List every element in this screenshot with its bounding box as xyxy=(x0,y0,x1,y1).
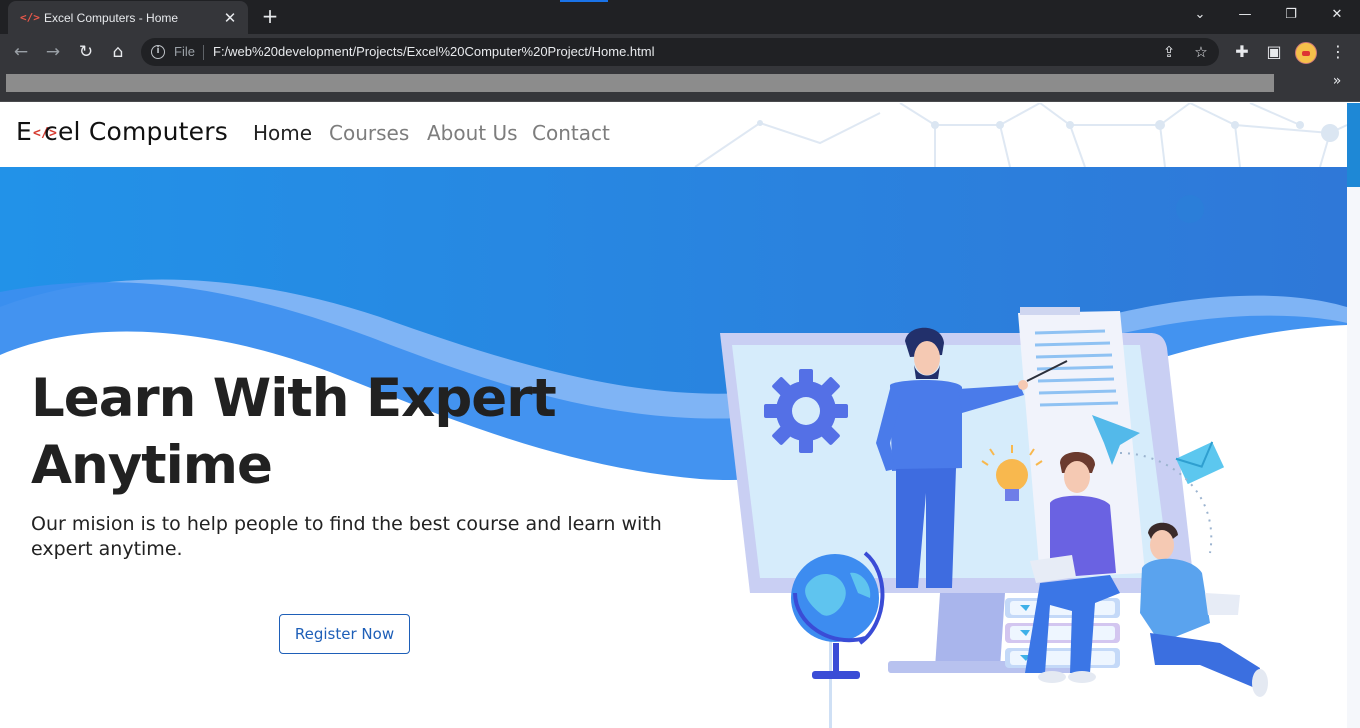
url-scheme-label: File xyxy=(174,44,195,59)
nav-link-courses[interactable]: Courses xyxy=(329,121,409,145)
page-scrollbar[interactable] xyxy=(1347,103,1360,728)
nav-link-contact[interactable]: Contact xyxy=(532,121,610,145)
window-close-icon[interactable]: ✕ xyxy=(1325,5,1349,25)
brand-logo[interactable]: E</>cel Computers xyxy=(16,117,228,146)
minimize-icon[interactable]: — xyxy=(1233,5,1257,25)
forward-icon[interactable]: → xyxy=(41,40,65,64)
bookmarks-overflow-icon[interactable]: » xyxy=(1328,73,1346,89)
hero-subtitle: Our mision is to help people to find the… xyxy=(31,513,662,560)
hero-title: Learn With Expert Anytime xyxy=(31,368,557,496)
tab-title: Excel Computers - Home xyxy=(44,10,179,25)
address-bar[interactable]: i File F:/web%20development/Projects/Exc… xyxy=(141,38,1219,66)
bookmarks-placeholder xyxy=(6,74,1274,92)
browser-tab[interactable]: </> Excel Computers - Home ✕ xyxy=(8,1,248,34)
info-icon[interactable]: i xyxy=(151,45,165,59)
bookmarks-bar: » xyxy=(0,70,1360,102)
home-icon[interactable]: ⌂ xyxy=(106,40,130,64)
gear-icon xyxy=(764,369,848,453)
books-illustration xyxy=(1005,598,1120,668)
nav-link-home[interactable]: Home xyxy=(253,121,312,145)
reload-icon[interactable]: ↻ xyxy=(74,40,98,64)
new-tab-button[interactable]: + xyxy=(259,5,281,27)
profile-avatar[interactable] xyxy=(1295,42,1317,64)
restore-icon[interactable]: ❐ xyxy=(1279,5,1303,25)
tab-close-icon[interactable]: ✕ xyxy=(222,10,238,26)
code-brackets-icon: </> xyxy=(33,126,58,141)
browser-toolbar: ← → ↻ ⌂ i File F:/web%20development/Proj… xyxy=(0,34,1360,70)
omnibox-divider xyxy=(203,45,204,60)
scrollbar-thumb[interactable] xyxy=(1347,103,1360,187)
nav-link-about-us[interactable]: About Us xyxy=(427,121,518,145)
star-icon[interactable]: ☆ xyxy=(1191,42,1211,62)
brand-suffix: cel Computers xyxy=(44,117,228,146)
globe-icon xyxy=(791,551,885,679)
share-icon[interactable]: ⇪ xyxy=(1159,42,1179,62)
code-favicon-icon: </> xyxy=(20,11,40,24)
extensions-icon[interactable]: ✚ xyxy=(1230,40,1254,64)
hero-illustration xyxy=(720,307,1268,728)
menu-icon[interactable]: ⋮ xyxy=(1326,40,1350,64)
student-reading-figure xyxy=(1140,522,1268,697)
site-navbar: E</>cel Computers Home Courses About Us … xyxy=(0,103,1347,167)
side-panel-icon[interactable]: ▣ xyxy=(1262,40,1286,64)
back-icon[interactable]: ← xyxy=(9,40,33,64)
tab-search-chevron-down-icon[interactable]: ⌄ xyxy=(1188,5,1212,25)
url-text[interactable]: F:/web%20development/Projects/Excel%20Co… xyxy=(213,44,654,59)
envelope-icon xyxy=(1175,441,1225,485)
brand-prefix: E xyxy=(16,117,32,146)
page-viewport: E</>cel Computers Home Courses About Us … xyxy=(0,103,1360,728)
browser-tab-strip: </> Excel Computers - Home ✕ + ⌄ — ❐ ✕ xyxy=(0,0,1360,34)
register-now-button[interactable]: Register Now xyxy=(279,614,410,654)
tab-drag-indicator xyxy=(560,0,608,2)
